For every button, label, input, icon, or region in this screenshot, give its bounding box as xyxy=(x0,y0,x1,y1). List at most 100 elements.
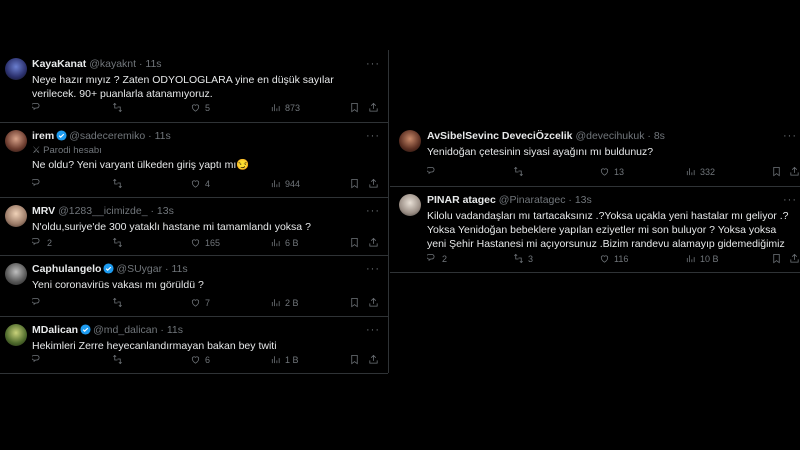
more-icon[interactable]: ··· xyxy=(366,205,380,217)
author-handle[interactable]: @1283__icimizde_ xyxy=(58,205,147,217)
reply-button[interactable] xyxy=(32,354,47,365)
views-icon xyxy=(271,180,280,188)
reply-button[interactable] xyxy=(427,166,442,177)
avatar[interactable] xyxy=(5,205,27,227)
like-button[interactable]: 4 xyxy=(190,178,210,189)
author-handle[interactable]: @Pinaratagec xyxy=(499,194,566,206)
reply-button[interactable] xyxy=(32,178,47,189)
like-button[interactable]: 13 xyxy=(599,166,624,177)
views-button[interactable]: 10 B xyxy=(685,253,719,264)
tweet-time[interactable]: 13s xyxy=(575,194,592,206)
like-button[interactable]: 116 xyxy=(599,253,628,264)
tweet[interactable]: MRV @1283__icimizde_ · 13s ··· N'oldu,suri… xyxy=(0,197,388,256)
retweet-button[interactable] xyxy=(112,354,127,365)
retweet-button[interactable] xyxy=(513,166,528,177)
bookmark-button[interactable] xyxy=(349,178,360,189)
share-icon xyxy=(369,102,378,112)
tweet[interactable]: KayaKanat @kayaknt · 11s ··· Neye hazır mı… xyxy=(0,50,388,123)
more-icon[interactable]: ··· xyxy=(366,324,380,336)
views-button[interactable]: 1 B xyxy=(270,354,299,365)
like-button[interactable]: 165 xyxy=(190,237,220,248)
views-button[interactable]: 6 B xyxy=(270,237,299,248)
author-handle[interactable]: @SUygar xyxy=(116,263,162,275)
views-button[interactable]: 944 xyxy=(270,178,300,189)
right-timeline-panel: AvSibelSevinc DeveciÖzcelik @devecihukuk… xyxy=(390,122,800,273)
tweet-header: AvSibelSevinc DeveciÖzcelik @devecihukuk… xyxy=(427,130,665,142)
author-handle[interactable]: @kayaknt xyxy=(89,58,136,70)
avatar[interactable] xyxy=(5,263,27,285)
tweet-time[interactable]: 11s xyxy=(145,58,161,70)
retweet-button[interactable] xyxy=(112,102,127,113)
views-count: 2 B xyxy=(285,297,299,308)
author-handle[interactable]: @md_dalican xyxy=(93,324,157,336)
more-icon[interactable]: ··· xyxy=(366,263,380,275)
like-button[interactable]: 7 xyxy=(190,297,210,308)
share-button[interactable] xyxy=(368,237,379,248)
avatar[interactable] xyxy=(399,194,421,216)
share-button[interactable] xyxy=(789,253,800,264)
bookmark-icon xyxy=(773,253,780,264)
author-name[interactable]: Caphulangelo xyxy=(32,263,101,275)
tweet[interactable]: irem @sadeceremiko · 11s ··· ⚔ Parodi hesab… xyxy=(0,122,388,198)
views-button[interactable]: 873 xyxy=(270,102,300,113)
retweet-button[interactable] xyxy=(112,297,127,308)
avatar[interactable] xyxy=(5,58,27,80)
tweet-time[interactable]: 13s xyxy=(157,205,174,217)
share-button[interactable] xyxy=(368,102,379,113)
more-icon[interactable]: ··· xyxy=(783,194,797,206)
tweet-time[interactable]: 8s xyxy=(654,130,665,142)
tweet[interactable]: Caphulangelo @SUygar · 11s ··· Yeni coronav… xyxy=(0,255,388,317)
avatar[interactable] xyxy=(399,130,421,152)
author-name[interactable]: irem xyxy=(32,130,54,142)
bookmark-button[interactable] xyxy=(349,354,360,365)
like-button[interactable]: 5 xyxy=(190,102,210,113)
author-name[interactable]: AvSibelSevinc DeveciÖzcelik xyxy=(427,130,573,142)
bookmark-button[interactable] xyxy=(349,297,360,308)
more-icon[interactable]: ··· xyxy=(783,130,797,142)
bookmark-button[interactable] xyxy=(349,102,360,113)
tweet-time[interactable]: 11s xyxy=(167,324,183,336)
share-button[interactable] xyxy=(368,354,379,365)
avatar[interactable] xyxy=(5,130,27,152)
reply-button[interactable] xyxy=(32,297,47,308)
author-handle[interactable]: @sadeceremiko xyxy=(69,130,145,142)
like-count: 13 xyxy=(614,166,625,177)
tweet[interactable]: AvSibelSevinc DeveciÖzcelik @devecihukuk… xyxy=(390,122,800,187)
tweet[interactable]: PINAR atagec @Pinaratagec · 13s ··· Kilolu… xyxy=(390,186,800,273)
bookmark-button[interactable] xyxy=(771,253,782,264)
share-button[interactable] xyxy=(368,297,379,308)
retweet-button[interactable] xyxy=(112,237,127,248)
more-icon[interactable]: ··· xyxy=(366,58,380,70)
reply-button[interactable] xyxy=(32,102,47,113)
bookmark-button[interactable] xyxy=(349,237,360,248)
author-name[interactable]: KayaKanat xyxy=(32,58,86,70)
share-button[interactable] xyxy=(789,166,800,177)
author-name[interactable]: MDalican xyxy=(32,324,78,336)
reply-icon xyxy=(32,297,40,306)
retweet-button[interactable] xyxy=(112,178,127,189)
reply-button[interactable]: 2 xyxy=(32,237,52,248)
reply-icon xyxy=(32,354,40,363)
like-button[interactable]: 6 xyxy=(190,354,210,365)
author-name[interactable]: MRV xyxy=(32,205,55,217)
views-icon xyxy=(271,356,280,364)
parody-text: Parodi hesabı xyxy=(43,145,102,156)
avatar[interactable] xyxy=(5,324,27,346)
reply-button[interactable]: 2 xyxy=(427,253,447,264)
retweet-icon xyxy=(113,178,122,189)
verified-badge-icon xyxy=(103,263,114,274)
retweet-button[interactable]: 3 xyxy=(513,253,533,264)
tweet-time[interactable]: 11s xyxy=(171,263,187,275)
bookmark-button[interactable] xyxy=(771,166,782,177)
tweet[interactable]: MDalican @md_dalican · 11s ··· Hekimleri Ze… xyxy=(0,316,388,374)
action-bar: 2 3 116 10 B xyxy=(427,253,800,267)
tweet-header: KayaKanat @kayaknt · 11s xyxy=(32,58,162,70)
more-icon[interactable]: ··· xyxy=(366,130,380,142)
views-button[interactable]: 2 B xyxy=(270,297,299,308)
author-handle[interactable]: @devecihukuk xyxy=(575,130,644,142)
verified-badge-icon xyxy=(80,324,91,335)
author-name[interactable]: PINAR atagec xyxy=(427,194,496,206)
views-button[interactable]: 332 xyxy=(685,166,715,177)
share-button[interactable] xyxy=(368,178,379,189)
tweet-time[interactable]: 11s xyxy=(155,130,171,142)
